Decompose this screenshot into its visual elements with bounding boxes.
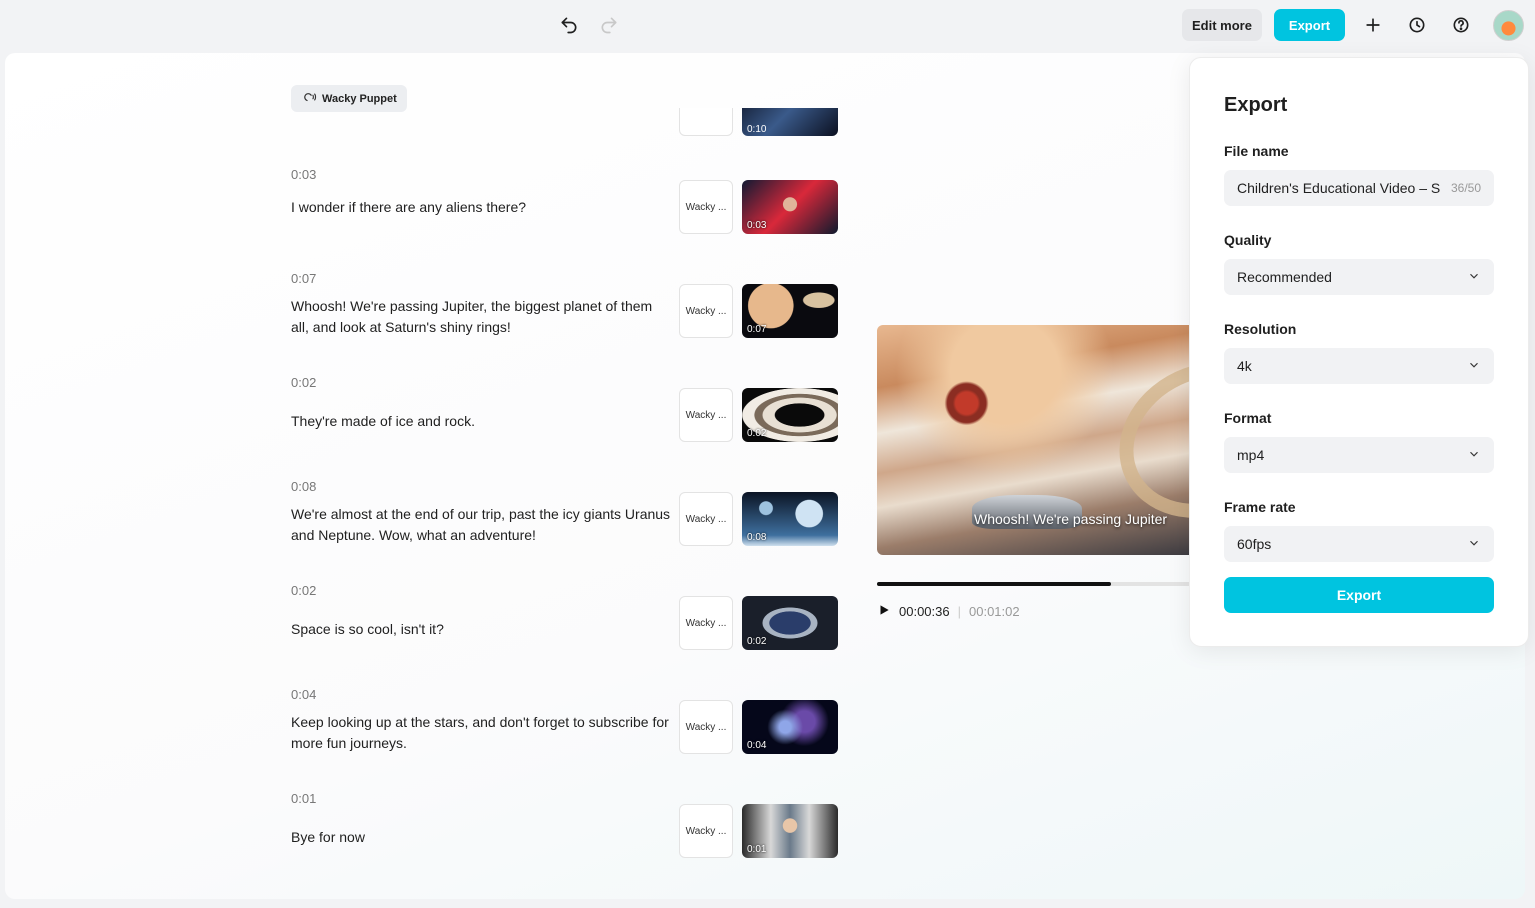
scene-text[interactable]: Keep looking up at the stars, and don't …: [291, 712, 671, 754]
scene-time: 0:01: [291, 791, 317, 806]
current-time: 00:00:36: [899, 603, 950, 619]
plus-icon[interactable]: [1359, 11, 1387, 39]
scene-thumbnail[interactable]: 0:03: [742, 180, 838, 234]
frame-rate-label: Frame rate: [1224, 499, 1296, 515]
partial-scene: 0:10: [291, 108, 851, 138]
scene-thumbnail[interactable]: 0:07: [742, 284, 838, 338]
file-name-label: File name: [1224, 143, 1289, 159]
quality-value: Recommended: [1237, 269, 1332, 285]
progress-fill: [877, 582, 1111, 586]
scene-item[interactable]: 0:08 We're almost at the end of our trip…: [291, 479, 851, 583]
history-icon[interactable]: [1403, 11, 1431, 39]
scene-thumbnail[interactable]: 0:04: [742, 700, 838, 754]
scene-text[interactable]: Bye for now: [291, 827, 671, 848]
voice-chip-label: Wacky Puppet: [322, 92, 397, 105]
edit-more-button[interactable]: Edit more: [1182, 9, 1262, 41]
scene-item[interactable]: 0:02 Space is so cool, isn't it? Wacky .…: [291, 583, 851, 687]
frame-rate-value: 60fps: [1237, 536, 1272, 552]
duration: 00:01:02: [969, 603, 1020, 619]
voice-box[interactable]: Wacky ...: [679, 180, 733, 234]
scene-text[interactable]: We're almost at the end of our trip, pas…: [291, 504, 671, 546]
format-label: Format: [1224, 410, 1272, 426]
thumbnail-time: 0:08: [747, 532, 767, 543]
scene-time: 0:07: [291, 271, 317, 286]
voice-box[interactable]: Wacky ...: [679, 284, 733, 338]
scene-item[interactable]: 0:07 Whoosh! We're passing Jupiter, the …: [291, 271, 851, 375]
help-icon[interactable]: [1447, 11, 1475, 39]
avatar[interactable]: [1493, 10, 1524, 41]
scene-list: 0:10 0:03 I wonder if there are any alie…: [5, 53, 865, 899]
voice-box[interactable]: [679, 108, 733, 136]
quality-label: Quality: [1224, 232, 1272, 248]
video-preview[interactable]: Whoosh! We're passing Jupiter: [877, 325, 1197, 555]
quality-select[interactable]: Recommended: [1224, 259, 1494, 295]
export-button[interactable]: Export: [1224, 577, 1494, 613]
top-toolbar: Edit more Export: [0, 0, 1535, 52]
scene-time: 0:04: [291, 687, 317, 702]
voice-box[interactable]: Wacky ...: [679, 700, 733, 754]
scene-item[interactable]: 0:02 They're made of ice and rock. Wacky…: [291, 375, 851, 479]
scene-thumbnail[interactable]: 0:02: [742, 596, 838, 650]
scene-thumbnail[interactable]: 0:08: [742, 492, 838, 546]
resolution-select[interactable]: 4k: [1224, 348, 1494, 384]
chevron-down-icon: [1467, 447, 1481, 464]
scene-time: 0:03: [291, 167, 317, 182]
scene-text[interactable]: I wonder if there are any aliens there?: [291, 197, 671, 218]
time-separator: |: [957, 603, 961, 619]
thumbnail-time: 0:02: [747, 428, 767, 439]
panel-title: Export: [1224, 94, 1288, 116]
file-name-input[interactable]: Children's Educational Video – S 36/50: [1224, 170, 1494, 206]
chevron-down-icon: [1467, 358, 1481, 375]
chevron-down-icon: [1467, 269, 1481, 286]
play-icon[interactable]: [877, 603, 891, 620]
export-top-button[interactable]: Export: [1274, 9, 1345, 41]
player-controls: 00:00:36 | 00:01:02: [877, 602, 1020, 620]
format-value: mp4: [1237, 447, 1265, 463]
undo-icon[interactable]: [555, 11, 583, 39]
scene-text[interactable]: Whoosh! We're passing Jupiter, the bigge…: [291, 296, 671, 338]
scene-time: 0:02: [291, 375, 317, 390]
scene-thumbnail[interactable]: 0:02: [742, 388, 838, 442]
scene-thumbnail[interactable]: 0:10: [742, 108, 838, 136]
frame-rate-select[interactable]: 60fps: [1224, 526, 1494, 562]
chevron-down-icon: [1467, 536, 1481, 553]
scene-item[interactable]: 0:03 I wonder if there are any aliens th…: [291, 167, 851, 271]
voice-box[interactable]: Wacky ...: [679, 388, 733, 442]
scene-text[interactable]: They're made of ice and rock.: [291, 411, 671, 432]
scene-time: 0:08: [291, 479, 317, 494]
voice-box[interactable]: Wacky ...: [679, 804, 733, 858]
format-select[interactable]: mp4: [1224, 437, 1494, 473]
char-count: 36/50: [1450, 181, 1481, 195]
scene-thumbnail[interactable]: 0:01: [742, 804, 838, 858]
scene-text[interactable]: Space is so cool, isn't it?: [291, 619, 671, 640]
voice-box[interactable]: Wacky ...: [679, 492, 733, 546]
thumbnail-time: 0:01: [747, 844, 767, 855]
voice-box[interactable]: Wacky ...: [679, 596, 733, 650]
resolution-label: Resolution: [1224, 321, 1297, 337]
thumbnail-time: 0:07: [747, 324, 767, 335]
thumbnail-time: 0:10: [747, 124, 767, 135]
scene-item[interactable]: 0:01 Bye for now Wacky ... 0:01: [291, 791, 851, 895]
thumbnail-time: 0:03: [747, 220, 767, 231]
thumbnail-time: 0:02: [747, 636, 767, 647]
resolution-value: 4k: [1237, 358, 1252, 374]
file-name-value: Children's Educational Video – S: [1237, 180, 1441, 196]
voice-chip[interactable]: Wacky Puppet: [291, 85, 407, 112]
scene-time: 0:02: [291, 583, 317, 598]
thumbnail-time: 0:04: [747, 740, 767, 751]
export-panel: Export File name Children's Educational …: [1189, 57, 1529, 647]
progress-bar[interactable]: [877, 582, 1197, 586]
preview-caption: Whoosh! We're passing Jupiter: [974, 511, 1168, 527]
scene-item[interactable]: 0:04 Keep looking up at the stars, and d…: [291, 687, 851, 791]
voice-icon: [303, 90, 317, 107]
redo-icon[interactable]: [595, 11, 623, 39]
